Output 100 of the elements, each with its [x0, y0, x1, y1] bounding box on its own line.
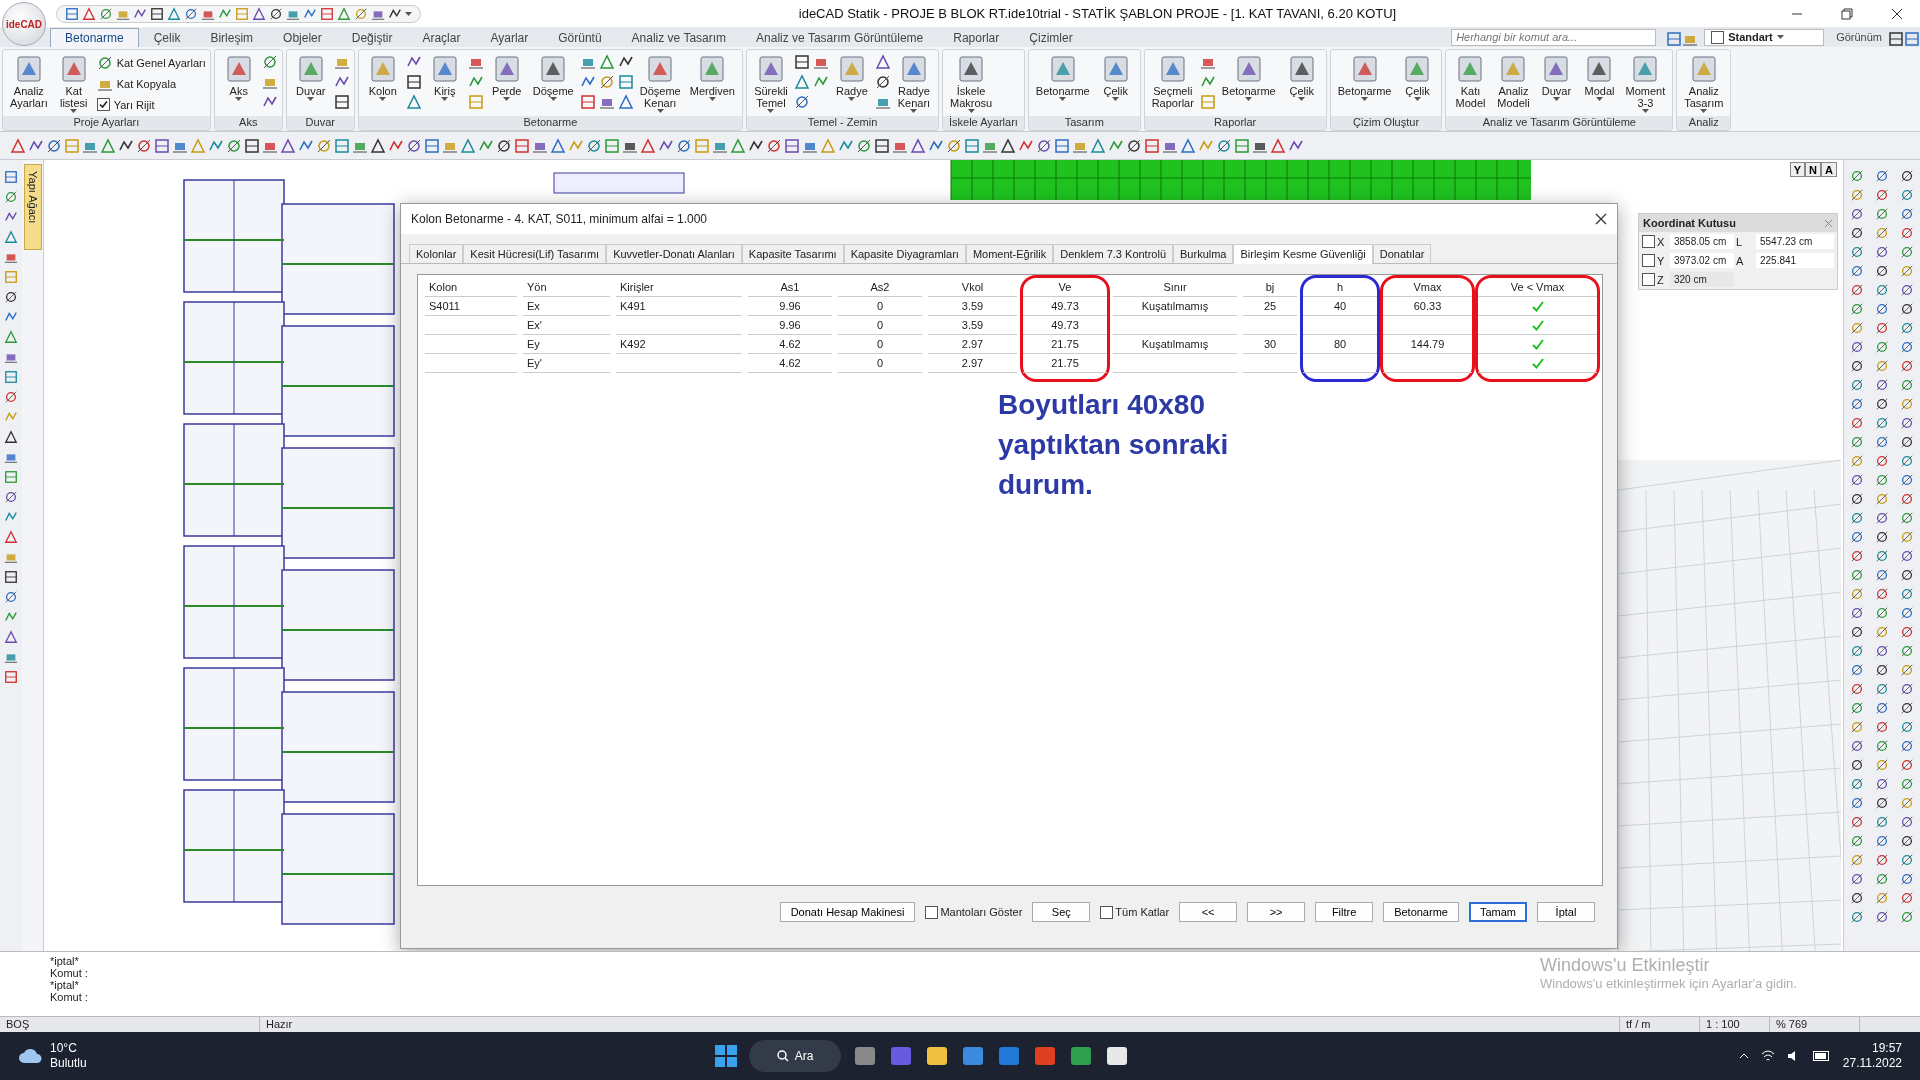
ribbon-button[interactable]: Moment 3-3 — [1622, 52, 1669, 114]
ribbon-button[interactable]: Kiriş — [424, 52, 465, 102]
view-button[interactable]: N — [1805, 162, 1822, 177]
tool-icon[interactable] — [1900, 168, 1915, 183]
ribbon-button[interactable]: Analiz Modeli — [1493, 52, 1534, 110]
dialog-tab[interactable]: Kesit Hücresi(Lif) Tasarımı — [463, 244, 607, 263]
tool-icon[interactable] — [793, 54, 810, 70]
tool-icon[interactable] — [1875, 396, 1889, 411]
dialog-tab[interactable]: Kapasite Diyagramları — [843, 244, 966, 263]
tool-icon[interactable] — [261, 54, 278, 70]
ribbon-button[interactable]: Duvar — [1536, 52, 1577, 102]
dialog-tab[interactable]: Birleşim Kesme Güvenliği — [1233, 244, 1373, 264]
ribbon-button[interactable]: Döşeme Kenarı — [636, 52, 684, 114]
coordinate-field[interactable]: 3973.02 cm — [1670, 253, 1734, 268]
tool-icon[interactable] — [1900, 700, 1915, 715]
tool-icon[interactable] — [910, 137, 926, 154]
checkbox[interactable] — [1642, 235, 1655, 248]
column-header[interactable]: Vkol — [928, 278, 1017, 297]
chevron-up-icon[interactable] — [1738, 1053, 1749, 1059]
tool-icon[interactable] — [586, 137, 602, 154]
dialog-tab[interactable]: Burkulma — [1173, 244, 1234, 263]
tool-icon[interactable] — [244, 137, 260, 154]
column-header[interactable]: Ve < Vmax — [1478, 278, 1597, 297]
checkbox[interactable] — [925, 905, 939, 919]
column-header[interactable]: Kolon — [425, 278, 517, 297]
ribbon-tab[interactable]: Ayarlar — [475, 28, 544, 47]
ribbon-button[interactable]: Betonarme — [1218, 52, 1279, 102]
tool-icon[interactable] — [1849, 757, 1864, 772]
ribbon-button[interactable]: Kolon — [362, 52, 403, 102]
ribbon-button[interactable]: Duvar — [290, 52, 331, 102]
start-icon[interactable] — [715, 1045, 737, 1067]
ribbon-tab[interactable]: Analiz ve Tasarım Görüntüleme — [741, 28, 939, 47]
ribbon-button[interactable]: Çelik — [1095, 52, 1136, 102]
dialog-button[interactable]: >> — [1247, 902, 1306, 922]
tool-icon[interactable] — [46, 137, 62, 154]
taskbar-search[interactable]: Ara — [749, 1040, 841, 1072]
tool-icon[interactable] — [406, 137, 422, 154]
dialog-button[interactable]: İptal — [1537, 902, 1595, 922]
ribbon-button[interactable]: Seçmeli Raporlar — [1148, 52, 1197, 110]
ribbon-button[interactable]: Betonarme — [1334, 52, 1395, 102]
column-header[interactable]: bj — [1243, 278, 1297, 297]
tool-icon[interactable] — [1849, 225, 1864, 240]
ribbon-tab[interactable]: Araçlar — [407, 28, 476, 47]
ribbon-button[interactable]: Modal — [1579, 52, 1620, 102]
tool-icon[interactable] — [1875, 263, 1889, 278]
tool-icon[interactable] — [1849, 472, 1864, 487]
search-field[interactable]: Herhangi bir komut ara... — [1451, 28, 1657, 46]
tool-icon[interactable] — [1849, 624, 1864, 639]
ribbon-button[interactable]: İskele Makrosu — [946, 52, 996, 114]
ribbon-tab[interactable]: Çizimler — [1014, 28, 1088, 47]
tool-icon[interactable] — [1875, 662, 1889, 677]
ribbon-button[interactable]: Kat Kopyala — [96, 75, 206, 92]
tool-icon[interactable] — [4, 570, 18, 584]
tool-icon[interactable] — [4, 490, 18, 504]
tool-icon[interactable] — [96, 54, 113, 71]
app-logo[interactable]: ideCAD — [2, 2, 46, 46]
coordinate-field[interactable]: 3858.05 cm — [1670, 234, 1734, 249]
view-button[interactable]: Y — [1789, 162, 1806, 177]
tool-icon[interactable] — [874, 54, 891, 70]
dialog-tab[interactable]: Kapasite Tasarımı — [741, 244, 844, 263]
tool-icon[interactable] — [1888, 31, 1904, 47]
tool-icon[interactable] — [1216, 137, 1232, 154]
ribbon-tab[interactable]: Raporlar — [938, 28, 1015, 47]
tool-icon[interactable] — [1900, 567, 1915, 582]
tool-icon[interactable] — [1875, 795, 1889, 810]
coordinate-field[interactable]: 225.841 — [1756, 253, 1834, 268]
checkbox[interactable] — [1642, 254, 1655, 267]
tool-icon[interactable] — [946, 137, 962, 154]
tool-icon[interactable] — [1849, 206, 1864, 221]
restore-icon[interactable] — [1841, 7, 1853, 20]
tool-icon[interactable] — [1875, 244, 1889, 259]
ribbon-button[interactable]: Aks — [218, 52, 259, 102]
checkbox[interactable] — [1100, 905, 1114, 919]
tool-icon[interactable] — [1036, 137, 1052, 154]
app-icon[interactable] — [1105, 1044, 1129, 1068]
dialog-button[interactable]: Tamam — [1468, 902, 1527, 922]
tool-icon[interactable] — [4, 630, 18, 644]
tool-icon[interactable] — [793, 94, 810, 110]
tool-icon[interactable] — [1900, 434, 1915, 449]
ribbon-button[interactable]: Merdiven — [686, 52, 738, 102]
dialog-button[interactable]: << — [1179, 902, 1238, 922]
tool-icon[interactable] — [280, 137, 296, 154]
tool-icon[interactable] — [1849, 738, 1864, 753]
column-header[interactable]: As2 — [838, 278, 922, 297]
tool-icon[interactable] — [4, 290, 18, 304]
dialog-button[interactable]: Seç — [1032, 902, 1091, 922]
close-icon[interactable] — [1891, 7, 1903, 20]
tool-icon[interactable] — [99, 6, 113, 21]
checkbox[interactable] — [96, 98, 110, 111]
tool-icon[interactable] — [333, 94, 350, 110]
view-button[interactable]: A — [1821, 162, 1837, 177]
ribbon-tab[interactable]: Analiz ve Tasarım — [616, 28, 742, 47]
tool-icon[interactable] — [1126, 137, 1142, 154]
coordinate-field[interactable]: 320 cm — [1670, 272, 1734, 287]
ribbon-button[interactable]: Betonarme — [1032, 52, 1093, 102]
tool-icon[interactable] — [1875, 529, 1889, 544]
ribbon-button[interactable]: Çelik — [1397, 52, 1438, 102]
close-icon[interactable] — [1595, 213, 1607, 225]
tool-icon[interactable] — [598, 74, 615, 90]
wifi-icon[interactable] — [1760, 1050, 1775, 1062]
